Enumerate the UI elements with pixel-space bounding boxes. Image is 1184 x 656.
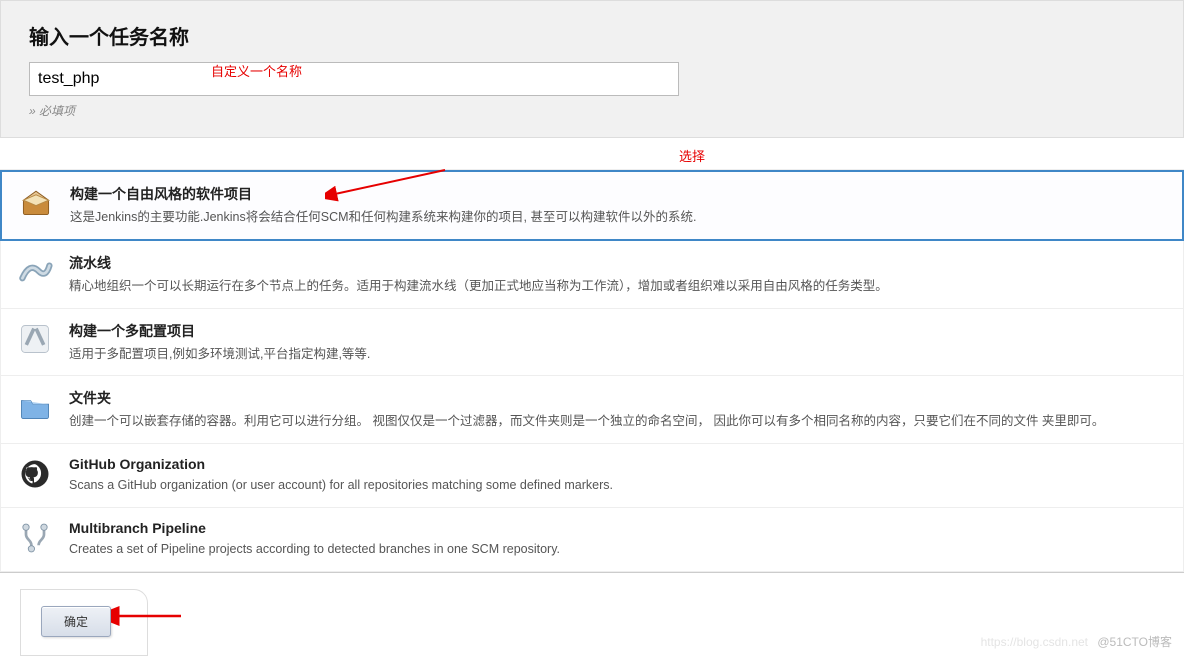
option-folder[interactable]: 文件夹创建一个可以嵌套存储的容器。利用它可以进行分组。 视图仅仅是一个过滤器，而… [0,376,1184,444]
option-title: 文件夹 [69,388,1104,408]
annotation-input-hint: 自定义一个名称 [211,61,302,80]
multiconfig-icon [17,321,53,357]
option-desc: 这是Jenkins的主要功能.Jenkins将会结合任何SCM和任何构建系统来构… [70,208,696,227]
multibranch-icon [17,520,53,556]
option-title: 构建一个多配置项目 [69,321,370,341]
annotation-select-hint: 选择 [679,149,705,164]
ok-container: 确定 [20,589,148,656]
option-pipeline[interactable]: 流水线精心地组织一个可以长期运行在多个节点上的任务。适用于构建流水线（更加正式地… [0,241,1184,309]
option-title: 构建一个自由风格的软件项目 [70,184,696,204]
option-desc: Creates a set of Pipeline projects accor… [69,540,560,559]
option-multibranch[interactable]: Multibranch Pipeline Creates a set of Pip… [0,508,1184,572]
option-multiconfig[interactable]: 构建一个多配置项目适用于多配置项目,例如多环境测试,平台指定构建,等等. [0,309,1184,377]
footer: 确定 [0,572,1184,656]
folder-icon [17,388,53,424]
project-type-list: 构建一个自由风格的软件项目这是Jenkins的主要功能.Jenkins将会结合任… [0,169,1184,572]
page-title: 输入一个任务名称 [29,21,1155,50]
annotation-select-hint-wrap: 选择 [0,146,1184,165]
option-title: 流水线 [69,253,888,273]
required-note: » 必填项 [29,102,1155,119]
option-desc: 创建一个可以嵌套存储的容器。利用它可以进行分组。 视图仅仅是一个过滤器，而文件夹… [69,412,1104,431]
task-name-input[interactable] [29,62,679,96]
option-desc: Scans a GitHub organization (or user acc… [69,476,613,495]
option-freestyle[interactable]: 构建一个自由风格的软件项目这是Jenkins的主要功能.Jenkins将会结合任… [0,170,1184,241]
annotation-arrow-ok [111,604,191,628]
github-org-icon [17,456,53,492]
option-desc: 适用于多配置项目,例如多环境测试,平台指定构建,等等. [69,345,370,364]
option-title: GitHub Organization [69,456,613,472]
freestyle-icon [18,184,54,220]
ok-button[interactable]: 确定 [41,606,111,637]
pipeline-icon [17,253,53,289]
option-desc: 精心地组织一个可以长期运行在多个节点上的任务。适用于构建流水线（更加正式地应当称… [69,277,888,296]
option-title: Multibranch Pipeline [69,520,560,536]
name-panel: 输入一个任务名称 自定义一个名称 » 必填项 [0,0,1184,138]
option-github-org[interactable]: GitHub Organization Scans a GitHub organi… [0,444,1184,508]
